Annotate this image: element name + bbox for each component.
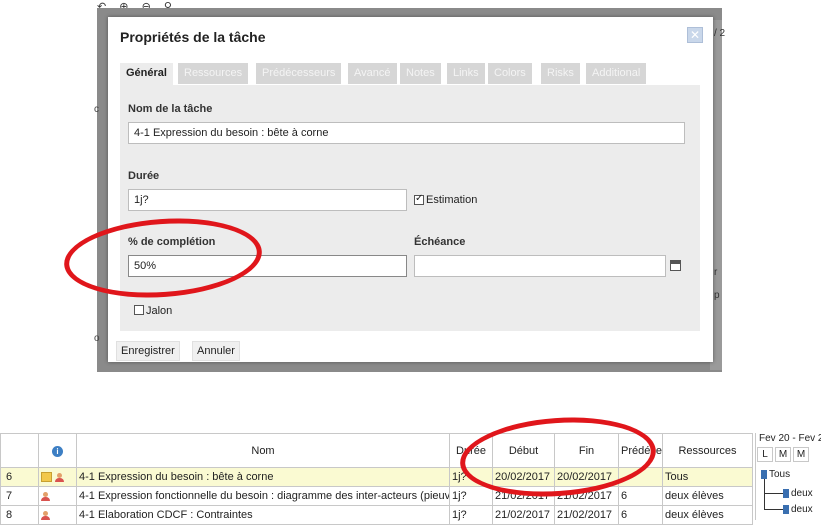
tab-notes[interactable]: Notes bbox=[400, 63, 441, 84]
note-icon[interactable] bbox=[41, 472, 52, 483]
gantt-label: deux bbox=[791, 504, 813, 515]
start-cell[interactable]: 21/02/2017 bbox=[492, 505, 555, 525]
dialog-title: Propriétés de la tâche bbox=[120, 29, 266, 45]
row-icons bbox=[38, 486, 77, 506]
background-fragment: / 2 bbox=[714, 28, 726, 39]
background-fragment: r bbox=[714, 267, 718, 278]
calendar-icon[interactable] bbox=[670, 260, 681, 271]
predecessors-cell[interactable]: 6 bbox=[618, 486, 663, 506]
person-icon bbox=[55, 472, 65, 482]
resources-cell[interactable]: deux élèves bbox=[662, 505, 753, 525]
table-row[interactable]: 8 4-1 Elaboration CDCF : Contraintes 1j?… bbox=[0, 505, 753, 525]
background-fragment: o bbox=[94, 333, 100, 344]
task-name-label: Nom de la tâche bbox=[128, 103, 213, 115]
gantt-link bbox=[764, 479, 765, 509]
column-header-rownum bbox=[0, 433, 39, 468]
table-row[interactable]: 7 4-1 Expression fonctionnelle du besoin… bbox=[0, 486, 753, 506]
resources-cell[interactable]: deux élèves bbox=[662, 486, 753, 506]
row-icons bbox=[38, 505, 77, 525]
general-panel: Nom de la tâche 4-1 Expression du besoin… bbox=[120, 85, 700, 331]
gantt-bar[interactable] bbox=[761, 470, 767, 479]
milestone-label: Jalon bbox=[146, 305, 173, 317]
column-header-name[interactable]: Nom bbox=[76, 433, 450, 468]
estimation-label: Estimation bbox=[426, 194, 478, 206]
gantt-bar[interactable] bbox=[783, 489, 789, 498]
tab-general[interactable]: Général bbox=[120, 63, 173, 85]
person-icon bbox=[41, 510, 50, 520]
predecessors-cell[interactable]: 6 bbox=[618, 505, 663, 525]
row-number: 6 bbox=[0, 467, 39, 487]
gantt-day: M bbox=[775, 447, 791, 462]
gantt-link bbox=[764, 509, 784, 510]
deadline-label: Échéance bbox=[414, 236, 466, 248]
row-number: 8 bbox=[0, 505, 39, 525]
tab-colors[interactable]: Colors bbox=[488, 63, 532, 84]
milestone-checkbox[interactable] bbox=[134, 305, 144, 315]
gantt-bar[interactable] bbox=[783, 505, 789, 514]
task-name-cell[interactable]: 4-1 Expression du besoin : bête à corne bbox=[76, 467, 450, 487]
duration-label: Durée bbox=[128, 170, 160, 182]
background-fragment: c bbox=[94, 104, 99, 115]
duration-cell[interactable]: 1j? bbox=[449, 486, 493, 506]
info-icon: i bbox=[52, 445, 63, 457]
column-header-resources[interactable]: Ressources bbox=[662, 433, 753, 468]
column-header-info: i bbox=[38, 433, 77, 468]
task-name-cell[interactable]: 4-1 Elaboration CDCF : Contraintes bbox=[76, 505, 450, 525]
background-fragment: p bbox=[714, 290, 720, 301]
task-properties-dialog: Propriétés de la tâche ✕ Général Ressour… bbox=[108, 17, 713, 362]
tab-predecessors[interactable]: Prédécesseurs bbox=[256, 63, 342, 84]
tab-risks[interactable]: Risks bbox=[541, 63, 580, 84]
person-icon bbox=[41, 491, 50, 501]
close-icon[interactable]: ✕ bbox=[687, 27, 703, 43]
gantt-day: M bbox=[793, 447, 809, 462]
tab-resources[interactable]: Ressources bbox=[178, 63, 249, 84]
gantt-label: deux bbox=[791, 488, 813, 499]
tab-advanced[interactable]: Avancé bbox=[348, 63, 397, 84]
gantt-day: L bbox=[757, 447, 773, 462]
tab-links[interactable]: Links bbox=[447, 63, 485, 84]
duration-input[interactable]: 1j? bbox=[128, 189, 407, 211]
gantt-chart: Fev 20 - Fev 2 L M M Tous deux deux bbox=[755, 433, 821, 520]
cancel-button[interactable]: Annuler bbox=[192, 341, 240, 361]
save-button[interactable]: Enregistrer bbox=[116, 341, 180, 361]
estimation-checkbox[interactable] bbox=[414, 193, 424, 205]
duration-cell[interactable]: 1j? bbox=[449, 505, 493, 525]
task-name-input[interactable]: 4-1 Expression du besoin : bête à corne bbox=[128, 122, 685, 144]
row-icons bbox=[38, 467, 77, 487]
tab-additional[interactable]: Additional bbox=[586, 63, 647, 84]
deadline-input[interactable] bbox=[414, 255, 666, 277]
row-number: 7 bbox=[0, 486, 39, 506]
gantt-link bbox=[764, 493, 784, 494]
task-name-cell[interactable]: 4-1 Expression fonctionnelle du besoin :… bbox=[76, 486, 450, 506]
resources-cell[interactable]: Tous bbox=[662, 467, 753, 487]
end-cell[interactable]: 21/02/2017 bbox=[554, 505, 619, 525]
gantt-label: Tous bbox=[769, 469, 791, 480]
gantt-week-header: Fev 20 - Fev 2 bbox=[759, 433, 821, 444]
